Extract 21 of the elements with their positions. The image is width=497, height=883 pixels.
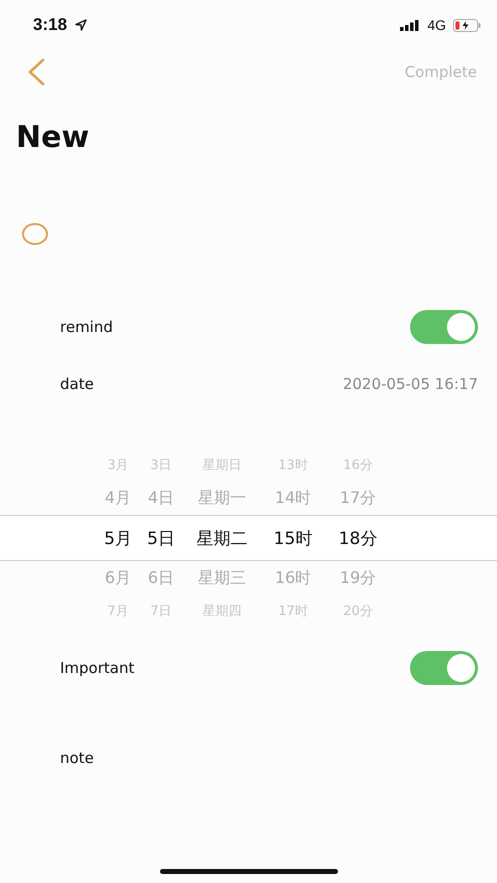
picker-row[interactable]: 7月 7日 星期四 17时 20分 [0,595,497,627]
picker-row[interactable]: 6月 6日 星期三 16时 19分 [0,561,497,595]
signal-icon [400,20,420,30]
remind-toggle[interactable] [410,310,478,344]
picker-row[interactable]: 3月 3日 星期日 13时 16分 [0,449,497,481]
date-label: date [60,375,94,393]
picker-row[interactable]: 4月 4日 星期一 14时 17分 [0,481,497,515]
important-label: Important [60,659,134,677]
page-title: New [16,120,90,155]
picker-selected-row[interactable]: 5月 5日 星期二 15时 18分 [0,515,497,561]
task-checkbox[interactable] [22,223,48,245]
complete-button[interactable]: Complete [404,63,477,81]
important-toggle[interactable] [410,651,478,685]
location-arrow-icon [75,19,88,31]
remind-label: remind [60,318,113,336]
back-button[interactable] [26,58,46,86]
note-label: note [60,749,94,767]
battery-icon [453,18,481,32]
date-value: 2020-05-05 16:17 [342,375,478,393]
status-time: 3:18 [33,15,68,35]
network-label: 4G [427,17,446,33]
